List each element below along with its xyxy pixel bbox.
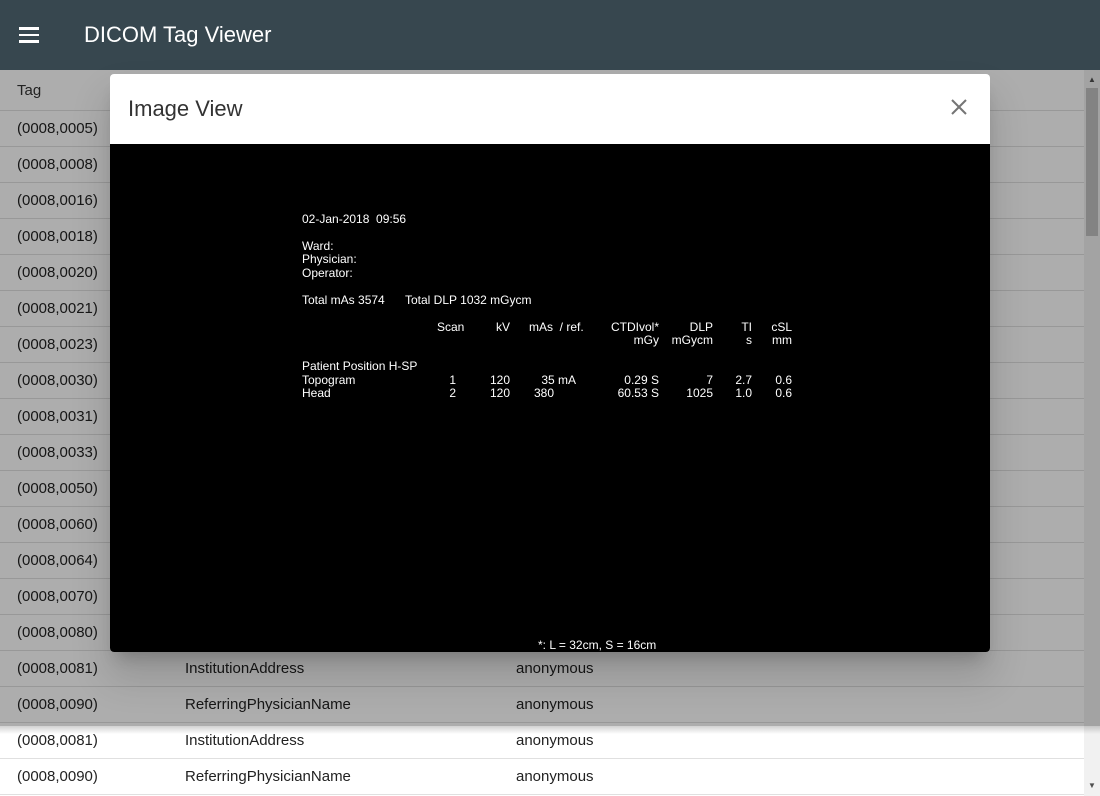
header-ti-unit: s [746, 333, 752, 347]
image-operator: Operator: [302, 266, 353, 280]
scan-row-name: Head [302, 386, 331, 400]
scan-row-ti: 1.0 [735, 386, 752, 400]
scan-row-ctdivol: 60.53 S [617, 386, 659, 400]
scroll-down-arrow[interactable]: ▼ [1084, 778, 1100, 794]
dialog-title: Image View [128, 96, 243, 121]
close-icon[interactable] [943, 91, 975, 123]
app-title: DICOM Tag Viewer [84, 22, 272, 47]
scan-row-kv: 120 [489, 386, 510, 400]
header-dlp-unit: mGycm [671, 333, 713, 347]
backdrop-shadow [0, 726, 1100, 734]
image-patient-position: Patient Position H-SP [302, 359, 418, 373]
header-ctdivol-unit: mGy [633, 333, 659, 347]
scan-row-csl: 0.6 [775, 386, 792, 400]
value-cell: anonymous [499, 758, 1084, 795]
scan-row-dlp: 1025 [686, 386, 713, 400]
header-kv: kV [496, 320, 511, 334]
header-scan: Scan [437, 320, 465, 334]
name-cell: ReferringPhysicianName [168, 758, 499, 795]
header-csl-unit: mm [772, 333, 792, 347]
scan-row-mas: 380 [533, 386, 554, 400]
tag-cell: (0008,0090) [0, 758, 168, 795]
image-total-dlp: Total DLP 1032 mGycm [405, 293, 532, 307]
image-datetime: 02-Jan-2018 09:56 [302, 212, 407, 226]
app-bar: DICOM Tag Viewer [0, 0, 1100, 70]
table-row[interactable]: (0008,0090) ReferringPhysicianName anonymo… [0, 758, 1084, 795]
image-view-dialog: Image View 02-Jan-2018 09:56 Ward: Physi… [110, 74, 990, 652]
scan-row-scan: 2 [449, 386, 456, 400]
image-total-mas: Total mAs 3574 [302, 293, 385, 307]
image-physician: Physician: [302, 252, 357, 266]
image-footnote: *: L = 32cm, S = 16cm [538, 638, 657, 652]
dicom-image: 02-Jan-2018 09:56 Ward: Physician: Opera… [110, 144, 990, 652]
header-mas-ref: mAs / ref. [529, 320, 584, 334]
menu-icon[interactable] [19, 15, 59, 55]
dialog-header: Image View [110, 74, 990, 144]
